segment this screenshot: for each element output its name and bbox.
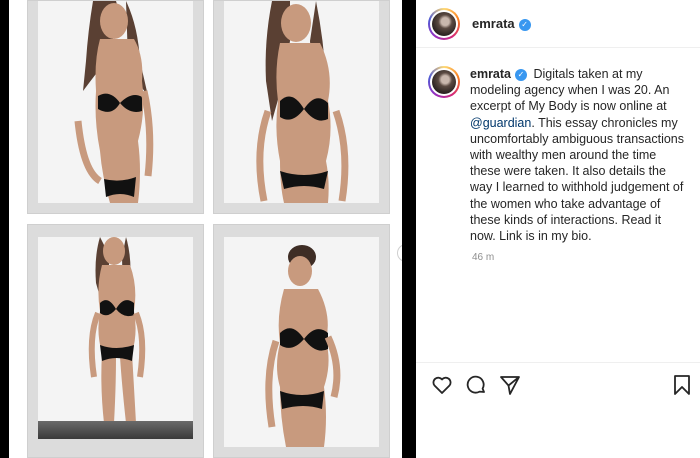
action-bar [430,373,694,399]
left-backdrop [0,0,9,458]
bookmark-icon[interactable] [670,373,694,397]
polaroid-photo-4 [213,224,390,458]
heart-icon[interactable] [430,373,454,397]
post-caption: emrata ✓ Digitals taken at my modeling ag… [470,66,690,244]
model-figure-1 [74,1,154,203]
mention-link[interactable]: @guardian [470,116,531,130]
model-figure-2 [256,1,349,203]
polaroid-photo-1 [27,0,204,214]
caption-avatar[interactable] [428,66,460,98]
caption-username[interactable]: emrata ✓ [470,67,527,81]
header-username[interactable]: emrata ✓ [472,16,531,31]
avatar[interactable] [428,7,460,40]
verified-badge-icon: ✓ [515,68,527,81]
polaroid-photo-2 [213,0,390,214]
comment-icon[interactable] [464,373,488,397]
media-divider [402,0,416,458]
caption-text-2: . This essay chronicles my uncomfortably… [470,115,685,244]
actions-divider [416,362,700,363]
post-timestamp[interactable]: 46 m [472,252,494,263]
post-details-panel: emrata ✓ emrata ✓ Digitals taken at my mod… [416,0,700,458]
post-header: emrata ✓ [416,0,700,48]
caption-row: emrata ✓ Digitals taken at my modeling ag… [428,66,690,244]
verified-badge-icon: ✓ [518,18,531,31]
model-figure-4 [265,245,341,447]
polaroid-photo-3 [27,224,204,458]
post-media-carousel[interactable]: › [9,0,415,458]
model-figure-3 [88,237,146,423]
paper-plane-icon[interactable] [498,373,522,397]
